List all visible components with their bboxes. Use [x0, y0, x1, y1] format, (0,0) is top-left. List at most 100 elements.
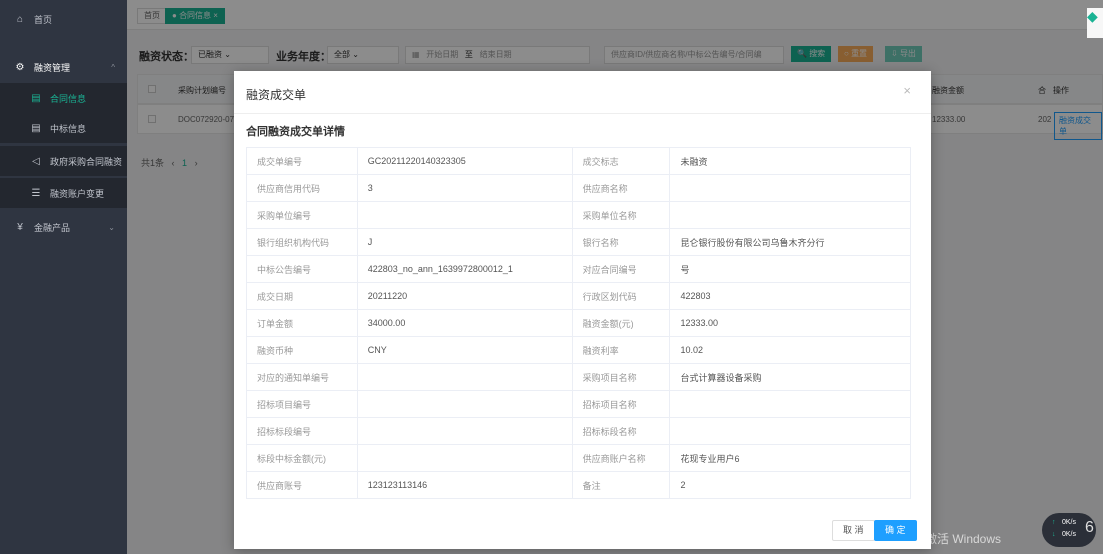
detail-value: 3 — [356, 174, 573, 202]
sidebar-item-home[interactable]: ⌂ 首页 — [0, 4, 127, 34]
detail-value — [356, 201, 573, 229]
detail-value: 2 — [669, 471, 911, 499]
cancel-button[interactable]: 取 消 — [832, 520, 875, 541]
detail-row: 供应商账号 123123113146 备注 2 — [246, 471, 911, 499]
detail-label: 中标公告编号 — [246, 255, 358, 283]
sidebar-item-label: 首页 — [34, 14, 53, 25]
document-icon: ▤ — [31, 122, 41, 134]
detail-label: 融资币种 — [246, 336, 358, 364]
detail-label: 采购单位编号 — [246, 201, 358, 229]
detail-value — [669, 174, 911, 202]
detail-row: 招标项目编号 招标项目名称 — [246, 390, 911, 418]
detail-value: 未融资 — [669, 147, 911, 175]
detail-label: 对应的通知单编号 — [246, 363, 358, 391]
upload-arrow-icon: ↑ — [1052, 519, 1056, 526]
detail-row: 成交单编号 GC20211220140323305 成交标志 未融资 — [246, 147, 911, 175]
detail-row: 标段中标金额(元) 供应商账户名称 花现专业用户6 — [246, 444, 911, 472]
detail-value — [356, 390, 573, 418]
detail-value: CNY — [356, 336, 573, 364]
detail-label: 融资金额(元) — [571, 309, 671, 337]
section-title: 合同融资成交单详情 — [246, 126, 345, 138]
windows-watermark: 激活 Windows — [925, 532, 1002, 546]
upload-speed: 0K/s — [1062, 519, 1077, 526]
detail-label: 银行组织机构代码 — [246, 228, 358, 256]
deal-sheet-dialog: 融资成交单 × 合同融资成交单详情 成交单编号 GC202112201403233… — [234, 71, 931, 549]
send-icon: ◁ — [32, 155, 40, 167]
divider — [234, 113, 931, 114]
detail-label: 银行名称 — [571, 228, 671, 256]
detail-value — [669, 390, 911, 418]
sidebar-item-label: 政府采购合同融资 — [50, 156, 123, 167]
sidebar-item-label: 合同信息 — [50, 93, 87, 104]
detail-value: 422803_no_ann_1639972800012_1 — [356, 255, 573, 283]
detail-label: 供应商名称 — [571, 174, 671, 202]
sidebar-item-finance-products[interactable]: ¥ 金融产品 ⌄ — [0, 212, 127, 242]
detail-value: GC20211220140323305 — [356, 147, 573, 175]
sidebar-item-label: 金融产品 — [34, 222, 71, 233]
detail-value — [356, 417, 573, 445]
detail-value — [669, 417, 911, 445]
detail-row: 订单金额 34000.00 融资金额(元) 12333.00 — [246, 309, 911, 337]
app-corner-icon[interactable]: ◆ — [1087, 8, 1103, 38]
detail-value — [669, 201, 911, 229]
detail-value: 422803 — [669, 282, 911, 310]
detail-value: 10.02 — [669, 336, 911, 364]
speed-number: 6 — [1085, 519, 1094, 536]
close-icon[interactable]: × — [903, 83, 911, 98]
detail-label: 成交日期 — [246, 282, 358, 310]
download-arrow-icon: ↓ — [1052, 531, 1056, 538]
detail-row: 中标公告编号 422803_no_ann_1639972800012_1 对应合同编… — [246, 255, 911, 283]
detail-label: 备注 — [571, 471, 671, 499]
chevron-up-icon: ^ — [111, 62, 115, 72]
detail-row: 采购单位编号 采购单位名称 — [246, 201, 911, 229]
detail-value: 123123113146 — [356, 471, 573, 499]
detail-row: 成交日期 20211220 行政区划代码 422803 — [246, 282, 911, 310]
detail-value — [356, 363, 573, 391]
detail-value: 12333.00 — [669, 309, 911, 337]
detail-value: 34000.00 — [356, 309, 573, 337]
download-speed: 0K/s — [1062, 531, 1077, 538]
detail-label: 行政区划代码 — [571, 282, 671, 310]
detail-row: 供应商信用代码 3 供应商名称 — [246, 174, 911, 202]
detail-row: 对应的通知单编号 采购项目名称 台式计算器设备采购 — [246, 363, 911, 391]
detail-label: 供应商信用代码 — [246, 174, 358, 202]
document-icon: ▤ — [31, 92, 41, 104]
detail-label: 成交标志 — [571, 147, 671, 175]
detail-label: 供应商账户名称 — [571, 444, 671, 472]
yen-icon: ¥ — [17, 221, 23, 233]
sidebar-item-label: 融资管理 — [34, 62, 71, 73]
sidebar-item-bid-info[interactable]: ▤ 中标信息 — [0, 113, 127, 143]
detail-value — [356, 444, 573, 472]
detail-label: 订单金额 — [246, 309, 358, 337]
detail-row: 招标标段编号 招标标段名称 — [246, 417, 911, 445]
detail-row: 银行组织机构代码 J 银行名称 昆仑银行股份有限公司乌鲁木齐分行 — [246, 228, 911, 256]
detail-label: 供应商账号 — [246, 471, 358, 499]
sidebar-item-label: 融资账户变更 — [50, 188, 105, 199]
sidebar-item-account-change[interactable]: ☰ 融资账户变更 — [0, 178, 127, 208]
detail-value: 花现专业用户6 — [669, 444, 911, 472]
list-icon: ☰ — [31, 187, 41, 199]
detail-value: 号 — [669, 255, 911, 283]
detail-table: 成交单编号 GC20211220140323305 成交标志 未融资 供应商信用代码 3 供… — [246, 147, 911, 499]
detail-value: 20211220 — [356, 282, 573, 310]
detail-label: 融资利率 — [571, 336, 671, 364]
detail-label: 招标项目名称 — [571, 390, 671, 418]
detail-label: 标段中标金额(元) — [246, 444, 358, 472]
detail-label: 招标标段名称 — [571, 417, 671, 445]
sidebar-item-finance-mgmt[interactable]: ⚙ 融资管理 ^ — [0, 52, 127, 82]
detail-label: 对应合同编号 — [571, 255, 671, 283]
confirm-button[interactable]: 确 定 — [874, 520, 917, 541]
home-icon: ⌂ — [16, 13, 24, 25]
sidebar-item-contract-info[interactable]: ▤ 合同信息 — [0, 83, 127, 113]
detail-value: 昆仑银行股份有限公司乌鲁木齐分行 — [669, 228, 911, 256]
sidebar: ⌂ 首页 ⚙ 融资管理 ^ ▤ 合同信息 ▤ 中标信息 ◁ 政府采购合同融资 ☰… — [0, 0, 127, 554]
detail-label: 采购项目名称 — [571, 363, 671, 391]
sidebar-item-gov-finance[interactable]: ◁ 政府采购合同融资 — [0, 146, 127, 176]
detail-value: J — [356, 228, 573, 256]
detail-row: 融资币种 CNY 融资利率 10.02 — [246, 336, 911, 364]
detail-label: 招标标段编号 — [246, 417, 358, 445]
detail-label: 采购单位名称 — [571, 201, 671, 229]
detail-label: 成交单编号 — [246, 147, 358, 175]
detail-value: 台式计算器设备采购 — [669, 363, 911, 391]
net-speed-widget[interactable]: ↑ 0K/s ↓ 0K/s 6 — [1042, 513, 1096, 547]
